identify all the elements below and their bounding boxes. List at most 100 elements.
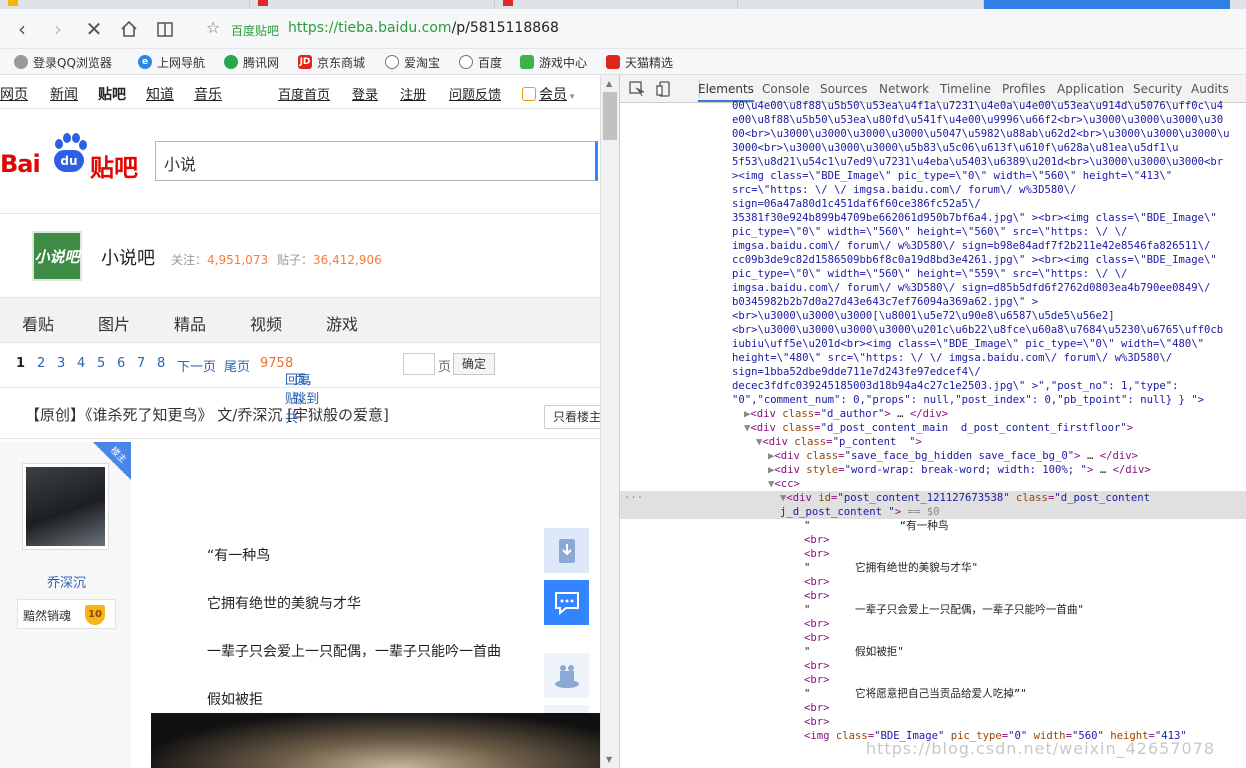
home-button[interactable] (117, 17, 141, 41)
bookmark-item[interactable]: JD 京东商城 (298, 53, 365, 71)
dom-node-author[interactable]: ▶<div class="d_author"> … </div> (744, 407, 1246, 421)
page-scrollbar[interactable]: ▲ ▼ (600, 75, 619, 768)
author-level-badge[interactable]: 黯然销魂 10 (17, 599, 116, 629)
chevron-down-icon: ▾ (567, 92, 575, 102)
magic-hat-button[interactable] (544, 653, 589, 698)
download-app-button[interactable] (544, 528, 589, 573)
tab-games[interactable]: 游戏 (326, 311, 358, 335)
tab-security[interactable]: Security (1133, 82, 1182, 96)
bookmark-item[interactable]: 天猫精选 (606, 53, 673, 71)
code-br: <br> (804, 576, 830, 588)
tab-application[interactable]: Application (1057, 82, 1124, 96)
tab-audits[interactable]: Audits (1191, 82, 1229, 96)
bookmark-star-icon[interactable]: ☆ (206, 18, 220, 37)
dom-node-word-wrap[interactable]: ▶<div style="word-wrap: break-word; widt… (768, 463, 1246, 477)
page-link[interactable]: 6 (117, 356, 125, 371)
code-br: <br> (804, 618, 830, 630)
page-link[interactable]: 3 (57, 356, 65, 371)
globe-icon (385, 55, 399, 69)
dom-node-cc[interactable]: ▼<cc> (768, 477, 1246, 491)
address-bar[interactable]: ☆ 百度贴吧 https://tieba.baidu.com/p/5815118… (196, 15, 1236, 43)
forward-arrow-icon: › (54, 17, 62, 41)
dom-node-save-face[interactable]: ▶<div class="save_face_bg_hidden save_fa… (768, 449, 1246, 463)
code-br: <br> (804, 674, 830, 686)
register-link[interactable]: 注册 (400, 84, 426, 103)
confirm-button[interactable]: 确定 (453, 353, 495, 375)
nav-link[interactable]: 知道 (146, 84, 174, 104)
bookmark-item[interactable]: 腾讯网 (224, 53, 279, 71)
tab-featured[interactable]: 精品 (174, 311, 206, 335)
browser-tab[interactable] (0, 0, 250, 9)
dom-node-post-content-main[interactable]: ▼<div class="d_post_content_main d_post_… (744, 421, 1246, 435)
page-link[interactable]: 7 (137, 356, 145, 371)
stop-button[interactable]: ✕ (82, 17, 106, 41)
active-browser-tab[interactable] (984, 0, 1230, 9)
dom-node-p-content[interactable]: ▼<div class="p_content "> (756, 435, 1246, 449)
inspect-cursor-icon[interactable] (629, 81, 645, 97)
bookmark-item[interactable]: 登录QQ浏览器 (14, 53, 112, 71)
tab-console[interactable]: Console (762, 82, 810, 96)
browser-tab[interactable] (495, 0, 738, 9)
tab-profiles[interactable]: Profiles (1002, 82, 1046, 96)
bookmark-label: 京东商城 (317, 55, 366, 70)
phone-download-icon (558, 538, 575, 563)
tab-videos[interactable]: 视频 (250, 311, 282, 335)
page-link[interactable]: 2 (37, 356, 45, 371)
bookmark-item[interactable]: e 上网导航 (138, 53, 205, 71)
login-link[interactable]: 登录 (352, 84, 378, 103)
logo-tieba-text: 贴吧 (90, 154, 138, 182)
dom-tree[interactable]: 00\u4e00\u8f88\u5b50\u53ea\u4f1a\u7231\u… (620, 100, 1246, 768)
code-line: <br>\u3000\u3000\u3000[\u8001\u5e72\u90e… (732, 310, 1115, 322)
reply-button[interactable] (544, 580, 589, 625)
bookmark-item[interactable]: 游戏中心 (520, 53, 587, 71)
jump-page-input[interactable] (403, 353, 435, 375)
forward-button[interactable]: › (46, 17, 70, 41)
post-image[interactable] (151, 713, 600, 768)
code-br: <br> (804, 632, 830, 644)
browser-tab[interactable] (738, 0, 984, 9)
member-menu[interactable]: 会员 ▾ (522, 84, 574, 104)
dom-text-line: 它将愿意把自己当贡品给爱人吃掉” (855, 688, 1021, 700)
dom-node-selected[interactable]: ··· ▼<div id="post_content_121127673538" … (620, 491, 1246, 505)
dom-text-line: 它拥有绝世的美貌与才华 (855, 562, 972, 574)
bookmark-item[interactable]: 百度 (459, 53, 502, 71)
nav-link[interactable]: 新闻 (50, 84, 78, 104)
next-page-link[interactable]: 下一页 (177, 356, 216, 375)
forum-avatar[interactable]: 小说吧 (32, 231, 82, 281)
forum-name[interactable]: 小说吧 (101, 244, 155, 270)
reader-button[interactable] (153, 17, 177, 41)
device-toolbar-icon[interactable] (656, 81, 672, 97)
tab-images[interactable]: 图片 (98, 311, 130, 335)
member-label: 会员 (539, 87, 567, 103)
tab-timeline[interactable]: Timeline (940, 82, 991, 96)
author-name[interactable]: 乔深沉 (47, 572, 86, 591)
followers-label: 关注： (171, 253, 208, 267)
code-line: pic_type=\"0\" width=\"560\" height=\"55… (732, 268, 1128, 280)
nav-link[interactable]: 百度首页 (278, 84, 330, 103)
tab-sources[interactable]: Sources (820, 82, 867, 96)
scroll-down-icon[interactable]: ▼ (606, 755, 612, 764)
code-line: cc09b3de9c82d1586509bb6f8c0a19d8bd3e4261… (732, 254, 1217, 266)
last-page-link[interactable]: 尾页 (224, 356, 250, 375)
tmall-icon (606, 55, 620, 69)
page-link[interactable]: 5 (97, 356, 105, 371)
page-link[interactable]: 4 (77, 356, 85, 371)
code-line: imgsa.baidu.com\/ forum\/ w%3D580\/ sign… (732, 240, 1211, 252)
tab-posts[interactable]: 看贴 (22, 311, 54, 335)
dom-node-selected-cont[interactable]: j_d_post_content "> == $0 (620, 505, 1246, 519)
nav-link[interactable]: 音乐 (194, 84, 222, 104)
page-link[interactable]: 8 (157, 356, 165, 371)
tab-network[interactable]: Network (879, 82, 929, 96)
only-author-button[interactable]: 只看楼主 (544, 405, 600, 429)
feedback-link[interactable]: 问题反馈 (449, 84, 501, 103)
back-button[interactable]: ‹ (10, 17, 34, 41)
browser-tab[interactable] (250, 0, 495, 9)
baidu-tieba-logo[interactable]: Bai du 贴吧 (0, 130, 140, 182)
url-text[interactable]: https://tieba.baidu.com/p/5815118868 (288, 20, 559, 36)
scroll-thumb[interactable] (603, 92, 617, 140)
nav-link[interactable]: 网页 (0, 84, 28, 104)
bookmark-item[interactable]: 爱淘宝 (385, 53, 440, 71)
nav-link[interactable]: 贴吧 (98, 84, 126, 104)
search-input[interactable]: 小说 (155, 141, 598, 181)
scroll-up-icon[interactable]: ▲ (606, 79, 612, 88)
